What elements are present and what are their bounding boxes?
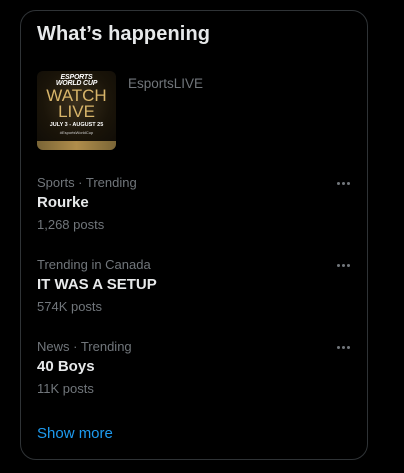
trend-name: Rourke [37,194,89,211]
dot [346,181,350,185]
trend-item[interactable]: Trending in Canada IT WAS A SETUP 574K p… [37,257,353,329]
dot [341,181,345,185]
promo-hashtag: #EsportsWorldCup [59,130,94,135]
trend-meta: News · Trending [37,339,132,354]
more-horizontal-icon[interactable] [333,257,353,273]
promoted-item[interactable]: ESPORTS WORLD CUP WATCH LIVE JULY 3 - AU… [37,71,357,161]
trend-name: IT WAS A SETUP [37,276,157,293]
show-more-link[interactable]: Show more [37,425,113,442]
trend-name: 40 Boys [37,358,95,375]
more-horizontal-icon[interactable] [333,339,353,355]
trend-count: 1,268 posts [37,217,105,232]
promo-thumbnail[interactable]: ESPORTS WORLD CUP WATCH LIVE JULY 3 - AU… [37,71,116,150]
trend-meta: Sports · Trending [37,175,137,190]
dot [336,263,340,267]
trend-meta: Trending in Canada [37,257,151,272]
whats-happening-panel: What’s happening ESPORTS WORLD CUP WATCH… [20,10,368,460]
dot [336,181,340,185]
sponsor-strip [37,141,116,150]
trend-item[interactable]: Sports · Trending Rourke 1,268 posts [37,175,353,247]
dot [336,345,340,349]
dot [341,263,345,267]
trend-item[interactable]: News · Trending 40 Boys 11K posts [37,339,353,411]
promo-dates: JULY 3 - AUGUST 25 [49,122,104,128]
more-horizontal-icon[interactable] [333,175,353,191]
dot [346,263,350,267]
trend-count: 11K posts [37,381,94,396]
panel-title: What’s happening [37,23,211,45]
trend-count: 574K posts [37,299,103,314]
dot [346,345,350,349]
headline-line-2: LIVE [58,102,95,121]
promo-account-name[interactable]: EsportsLIVE [128,76,203,91]
promo-headline: WATCH LIVE [37,87,116,121]
dot [341,345,345,349]
